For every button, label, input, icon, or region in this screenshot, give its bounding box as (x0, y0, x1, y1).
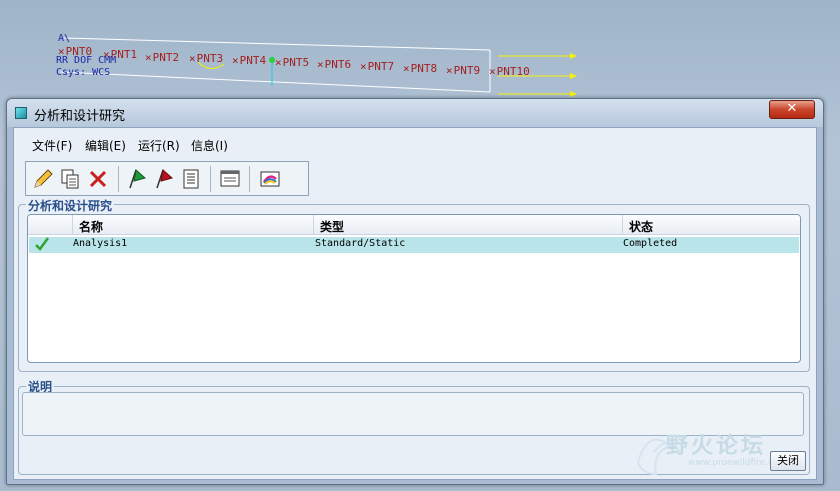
datum-point[interactable]: PNT4 (232, 54, 267, 67)
table-row[interactable]: Analysis1 Standard/Static Completed (29, 237, 799, 253)
datum-point[interactable]: PNT9 (446, 64, 481, 77)
list-header: 名称 类型 状态 (28, 215, 800, 235)
completed-check-icon (34, 236, 50, 255)
delete-icon[interactable] (86, 167, 110, 191)
toolbar-separator (249, 166, 250, 192)
study-name: Analysis1 (73, 238, 128, 249)
csys-label-3: Csys: WCS (56, 67, 111, 78)
datum-point[interactable]: PNT10 (489, 65, 530, 78)
edit-pencil-icon[interactable] (31, 167, 55, 191)
datum-point[interactable]: PNT6 (317, 58, 352, 71)
title-bar[interactable]: 分析和设计研究 ✕ (7, 99, 823, 127)
column-divider (622, 215, 623, 235)
column-header-status[interactable]: 状态 (629, 218, 653, 235)
toolbar-separator (118, 166, 119, 192)
menu-file[interactable]: 文件(F) (32, 137, 72, 154)
datum-point[interactable]: PNT3 (189, 52, 224, 65)
csys-label-1: A\ (58, 33, 71, 44)
studies-list[interactable]: 名称 类型 状态 Analysis1 Standard/Static Compl… (27, 214, 801, 363)
column-header-type[interactable]: 类型 (320, 218, 344, 235)
run-green-flag-icon[interactable] (125, 167, 149, 191)
animation-icon[interactable] (258, 167, 282, 191)
stop-red-flag-icon[interactable] (152, 167, 176, 191)
datum-point[interactable]: PNT0 (58, 45, 93, 58)
studies-group-label: 分析和设计研究 (26, 197, 115, 214)
study-status: Completed (623, 238, 678, 249)
study-type: Standard/Static (315, 238, 406, 249)
close-button[interactable]: 关闭 (770, 451, 806, 471)
datum-point[interactable]: PNT8 (403, 62, 438, 75)
app-icon (15, 107, 27, 119)
copy-icon[interactable] (58, 167, 82, 191)
column-divider (313, 215, 314, 235)
menu-info[interactable]: 信息(I) (191, 137, 228, 154)
datum-point[interactable]: PNT2 (145, 51, 180, 64)
menu-bar: 文件(F) 编辑(E) 运行(R) 信息(I) (14, 128, 816, 158)
menu-edit[interactable]: 编辑(E) (85, 137, 126, 154)
menu-run[interactable]: 运行(R) (138, 137, 180, 154)
toolbar (25, 161, 309, 196)
watermark-text: 野火论坛 (666, 434, 767, 459)
column-header-name[interactable]: 名称 (79, 218, 103, 235)
window-title: 分析和设计研究 (34, 109, 126, 124)
datum-point[interactable]: PNT1 (103, 48, 138, 61)
watermark-url: www.proewildfire.cn (688, 458, 779, 468)
datum-point[interactable]: PNT7 (360, 60, 395, 73)
datum-point[interactable]: PNT5 (275, 56, 310, 69)
cad-viewport[interactable]: A\ RR DOF CMM Csys: WCS PNT0 PNT1 PNT2 P… (0, 0, 840, 104)
status-list-icon[interactable] (179, 167, 203, 191)
toolbar-separator (210, 166, 211, 192)
results-display-icon[interactable] (218, 167, 242, 191)
window-close-button[interactable]: ✕ (769, 100, 815, 119)
column-divider (72, 215, 73, 235)
